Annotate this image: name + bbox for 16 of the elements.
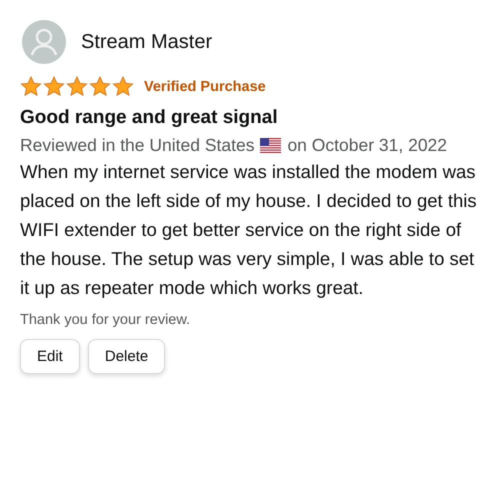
star-icon [43, 76, 65, 97]
delete-button[interactable]: Delete [88, 339, 166, 374]
star-icon [89, 76, 111, 97]
review-date: on October 31, 2022 [287, 135, 448, 156]
star-icon [20, 76, 42, 97]
flag-icon [260, 138, 282, 153]
thank-you-note: Thank you for your review. [20, 312, 192, 328]
reviewer-name: Stream Master [81, 30, 212, 54]
verified-purchase-label: Verified Purchase [144, 78, 266, 94]
avatar-icon [22, 20, 66, 64]
star-icon [66, 76, 88, 97]
review-location: Reviewed in the United States [20, 135, 254, 156]
edit-button[interactable]: Edit [20, 339, 80, 374]
star-icon [112, 76, 134, 97]
review-text: When my internet service was installed the modem was placed on the left side of my house. I decided to get this WIFI extender to get better service on the right side of the house. The setup was very simple, I was able to set it up as repeater mode which works great. [20, 160, 478, 300]
review-title: Good range and great signal [20, 107, 279, 129]
